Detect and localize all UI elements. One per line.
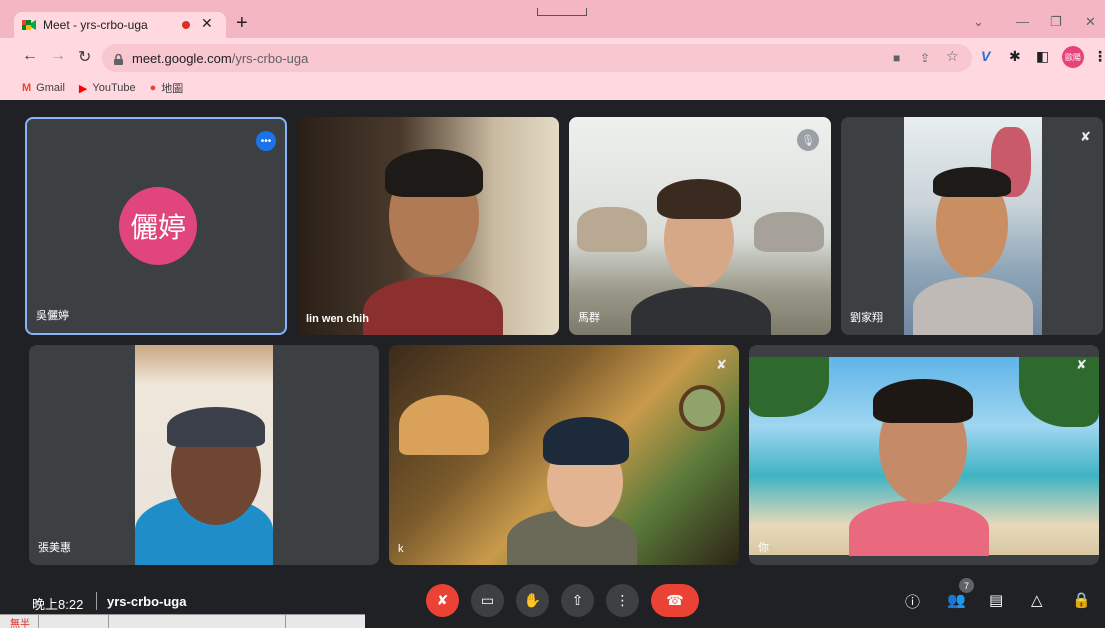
participant-tile-2[interactable]: lin wen chih — [297, 117, 559, 335]
horse-shape — [577, 207, 647, 252]
new-tab-button[interactable]: + — [236, 13, 248, 33]
person-hair — [933, 167, 1011, 197]
bookmarks-bar: M Gmail ▶ YouTube ● 地圖 — [0, 76, 1105, 100]
chat-icon[interactable]: ▤ — [989, 591, 1003, 609]
browser-tab-meet[interactable]: Meet - yrs-crbo-uga ✕ — [14, 12, 226, 38]
participant-tile-5[interactable]: 張美惠 — [29, 345, 379, 565]
mic-toggle-button[interactable]: ✘ — [426, 584, 459, 617]
people-icon[interactable]: 👥 — [947, 591, 966, 609]
bookmark-star-icon[interactable]: ☆ — [946, 48, 959, 65]
participant-tile-1[interactable]: ••• 儷婷 吳儷婷 — [25, 117, 287, 335]
host-controls-icon[interactable]: 🔒 — [1072, 591, 1091, 609]
share-icon[interactable]: ⇪ — [920, 51, 930, 65]
participant-name: 張美惠 — [38, 542, 71, 554]
address-bar[interactable]: meet.google.com/yrs-crbo-uga — [102, 44, 972, 72]
close-window-button[interactable]: ✕ — [1085, 14, 1096, 30]
bookmark-maps[interactable]: ● 地圖 — [150, 80, 184, 96]
person-hair — [657, 179, 741, 219]
forward-button[interactable]: → — [50, 47, 66, 65]
extensions-puzzle-icon[interactable]: ✱ — [1009, 48, 1021, 65]
mic-off-icon: ✘ — [1080, 129, 1091, 144]
bookmark-label: YouTube — [92, 82, 136, 94]
avatar: 儷婷 — [119, 187, 197, 265]
participant-name: k — [398, 543, 404, 555]
participant-name: 你 — [758, 542, 769, 554]
person-body — [849, 500, 989, 556]
person-headwear — [167, 407, 265, 447]
tab-title: Meet - yrs-crbo-uga — [43, 18, 148, 32]
bookmark-label: 地圖 — [161, 83, 184, 95]
present-icon: ⇧ — [571, 592, 584, 608]
participant-tile-7[interactable]: ✘ 你 — [749, 345, 1099, 565]
participant-tile-4[interactable]: ✘ 劉家翔 — [841, 117, 1103, 335]
divider — [38, 615, 39, 628]
more-options-button[interactable]: ⋮ — [606, 584, 639, 617]
more-options-icon[interactable]: ••• — [256, 131, 276, 151]
person-hair — [873, 379, 973, 423]
reload-button[interactable]: ↻ — [78, 47, 91, 67]
vimeo-extension-icon[interactable]: V — [981, 48, 990, 64]
hand-icon: ✋ — [523, 592, 542, 608]
participant-name: 劉家翔 — [850, 312, 883, 324]
mic-off-icon: 🎙 — [797, 129, 819, 151]
mushroom-house-shape — [399, 395, 489, 455]
meeting-details-icon[interactable]: ⓘ — [905, 591, 920, 612]
youtube-icon: ▶ — [78, 82, 88, 95]
camera-icon: ▭ — [480, 592, 495, 608]
round-window-shape — [679, 385, 725, 431]
camera-toggle-button[interactable]: ▭ — [471, 584, 504, 617]
tab-close-icon[interactable]: ✕ — [201, 15, 213, 32]
side-panel-icon[interactable]: ◧ — [1036, 48, 1049, 65]
hang-up-icon: ☎ — [666, 592, 684, 608]
minimize-button[interactable]: — — [1016, 14, 1029, 29]
leave-call-button[interactable]: ☎ — [651, 584, 699, 617]
present-screen-button[interactable]: ⇧ — [561, 584, 594, 617]
person-beanie — [543, 417, 629, 465]
bookmark-gmail[interactable]: M Gmail — [22, 82, 65, 94]
meet-favicon-icon — [22, 19, 36, 31]
bookmark-label: Gmail — [36, 82, 65, 94]
profile-avatar[interactable]: 歐陽 — [1062, 46, 1084, 68]
browser-toolbar: ← → ↻ meet.google.com/yrs-crbo-uga ■ ⇪ ☆… — [0, 38, 1105, 76]
lock-icon — [114, 53, 123, 65]
bookmark-youtube[interactable]: ▶ YouTube — [79, 82, 136, 95]
participant-tile-3[interactable]: 🎙 馬群 — [569, 117, 831, 335]
tab-search-chevron-icon[interactable]: ⌄ — [973, 14, 984, 30]
mic-off-icon: ✘ — [1076, 357, 1087, 372]
browser-tabstrip: Meet - yrs-crbo-uga ✕ + ⌄ — ❐ ✕ — [0, 0, 1105, 38]
person-body — [913, 277, 1033, 335]
url-host: meet.google.com — [132, 50, 232, 66]
ime-status-bar[interactable]: 無半 — [0, 614, 365, 628]
browser-menu-icon[interactable]: ⋮ — [1093, 48, 1105, 65]
divider — [96, 592, 97, 610]
gmail-icon: M — [22, 82, 32, 94]
participant-tile-6[interactable]: ✘ k — [389, 345, 739, 565]
url-path: /yrs-crbo-uga — [231, 50, 309, 66]
participant-name: 吳儷婷 — [36, 310, 69, 322]
ime-mode-label: 無半 — [10, 619, 30, 628]
participant-name: lin wen chih — [306, 313, 369, 325]
mic-off-icon: ✘ — [716, 357, 727, 372]
mic-off-icon: ✘ — [436, 592, 449, 608]
horse-shape — [754, 212, 824, 252]
people-count-badge: 7 — [959, 578, 974, 593]
window-drag-handle[interactable] — [537, 8, 587, 16]
activities-icon[interactable]: △ — [1031, 591, 1043, 609]
divider — [108, 615, 109, 628]
camera-indicator-icon[interactable]: ■ — [893, 51, 900, 65]
meeting-code: yrs-crbo-uga — [107, 594, 187, 609]
recording-indicator-icon — [182, 21, 190, 29]
divider — [285, 615, 286, 628]
maps-icon: ● — [149, 82, 157, 94]
person-hair — [385, 149, 483, 197]
meeting-time: 晚上8:22 — [32, 597, 84, 612]
raise-hand-button[interactable]: ✋ — [516, 584, 549, 617]
more-vert-icon: ⋮ — [615, 592, 630, 608]
participant-name: 馬群 — [578, 312, 600, 324]
restore-button[interactable]: ❐ — [1050, 14, 1062, 30]
back-button[interactable]: ← — [22, 47, 38, 65]
